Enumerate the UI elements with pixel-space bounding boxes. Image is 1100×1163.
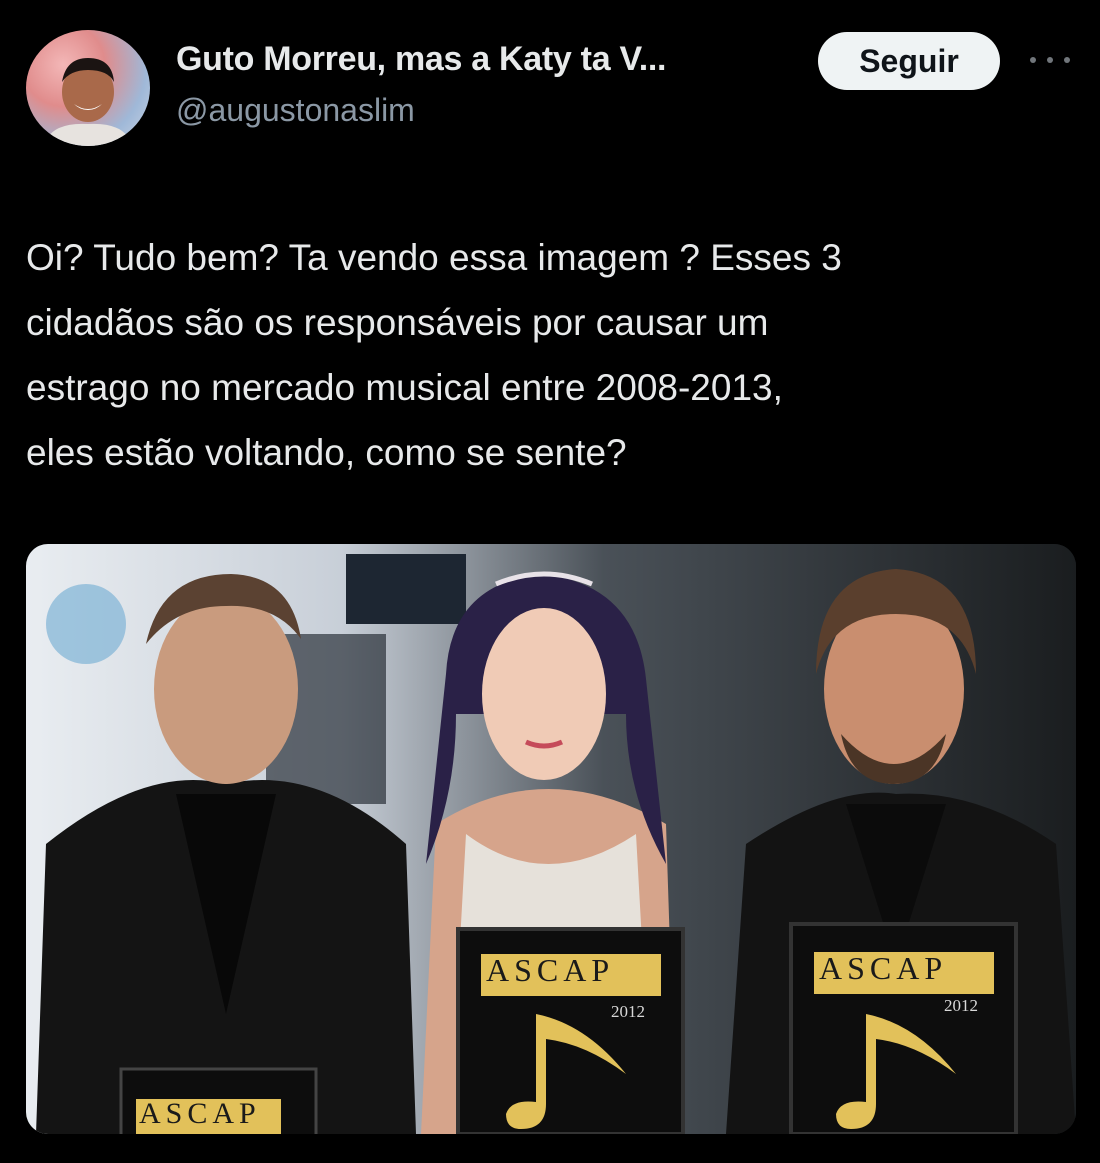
author-avatar[interactable] xyxy=(26,30,150,146)
plaque-right-brand: ASCAP xyxy=(819,950,948,986)
plaque-right-year: 2012 xyxy=(944,996,978,1015)
author-display-name[interactable]: Guto Morreu, mas a Katy ta V... xyxy=(176,40,666,79)
plaque-center-year: 2012 xyxy=(611,1002,645,1021)
plaque-left-brand: ASCAP xyxy=(139,1097,261,1130)
follow-button[interactable]: Seguir xyxy=(818,32,1000,90)
tweet-text: Oi? Tudo bem? Ta vendo essa imagem ? Ess… xyxy=(26,237,842,473)
author-handle[interactable]: @augustonaslim xyxy=(176,92,415,129)
more-dot xyxy=(1064,57,1070,63)
more-dot xyxy=(1030,57,1036,63)
center-person-face xyxy=(482,608,606,780)
tweet-media-photo[interactable]: ASCAP ASCAP 2012 ASCAP 2012 xyxy=(26,544,1076,1134)
more-horizontal-icon[interactable] xyxy=(1030,50,1070,70)
more-dot xyxy=(1047,57,1053,63)
left-person-face xyxy=(154,594,298,784)
photo-illustration xyxy=(26,544,1076,1134)
plaque-center-brand: ASCAP xyxy=(486,952,615,988)
avatar-photo xyxy=(44,58,132,146)
